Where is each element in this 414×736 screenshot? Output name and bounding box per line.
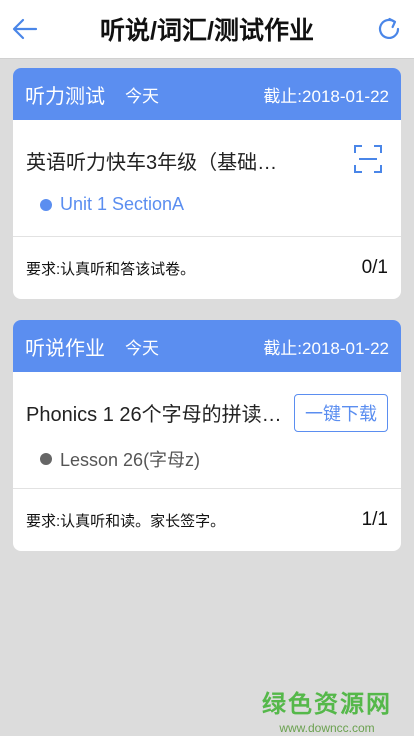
unit-label: Unit 1 SectionA xyxy=(60,194,185,214)
assignment-unit: Unit 1 SectionA xyxy=(40,194,184,215)
refresh-button[interactable] xyxy=(374,14,404,44)
watermark-url: www.downcc.com xyxy=(279,721,375,735)
scan-button[interactable] xyxy=(353,144,383,174)
download-button[interactable]: 一键下载 xyxy=(294,394,388,432)
refresh-icon xyxy=(378,17,400,40)
assignment-card[interactable]: 听说作业 今天 截止:2018-01-22 Phonics 1 26个字母的拼读… xyxy=(13,320,401,551)
unit-label: Lesson 26(字母z) xyxy=(60,450,201,470)
unit-dot-icon xyxy=(40,453,52,465)
page-title: 听说/词汇/测试作业 xyxy=(100,17,314,45)
card-header: 听力测试 今天 截止:2018-01-22 xyxy=(13,68,401,120)
assignment-deadline: 截止:2018-01-22 xyxy=(263,86,389,106)
watermark: 绿色资源网 www.downcc.com xyxy=(262,684,392,735)
progress-count: 1/1 xyxy=(361,509,388,530)
requirement-text: 要求:认真听和读。家长签字。 xyxy=(26,512,226,530)
assignment-type: 听力测试 xyxy=(25,85,105,108)
progress-count: 0/1 xyxy=(361,257,388,278)
assignment-card[interactable]: 听力测试 今天 截止:2018-01-22 英语听力快车3年级（基础… Unit… xyxy=(13,68,401,299)
watermark-brand: 绿色资源网 xyxy=(262,691,392,718)
card-body: Phonics 1 26个字母的拼读… 一键下载 Lesson 26(字母z) xyxy=(13,372,401,489)
back-button[interactable] xyxy=(10,14,40,44)
nav-bar: 听说/词汇/测试作业 xyxy=(0,0,414,59)
card-header: 听说作业 今天 截止:2018-01-22 xyxy=(13,320,401,372)
arrow-left-icon xyxy=(12,18,38,40)
card-footer: 要求:认真听和读。家长签字。 1/1 xyxy=(13,489,401,551)
assignment-type: 听说作业 xyxy=(25,337,105,360)
assignment-unit: Lesson 26(字母z) xyxy=(40,446,200,472)
assignment-day: 今天 xyxy=(125,86,159,106)
scan-icon xyxy=(354,145,382,173)
card-footer: 要求:认真听和答该试卷。 0/1 xyxy=(13,237,401,299)
assignment-day: 今天 xyxy=(125,338,159,358)
unit-dot-icon xyxy=(40,198,52,211)
card-body: 英语听力快车3年级（基础… Unit 1 SectionA xyxy=(13,120,401,237)
requirement-text: 要求:认真听和答该试卷。 xyxy=(26,260,196,278)
assignment-deadline: 截止:2018-01-22 xyxy=(263,338,389,358)
assignment-title[interactable]: Phonics 1 26个字母的拼读… xyxy=(26,398,298,427)
assignment-title[interactable]: 英语听力快车3年级（基础… xyxy=(26,146,298,175)
